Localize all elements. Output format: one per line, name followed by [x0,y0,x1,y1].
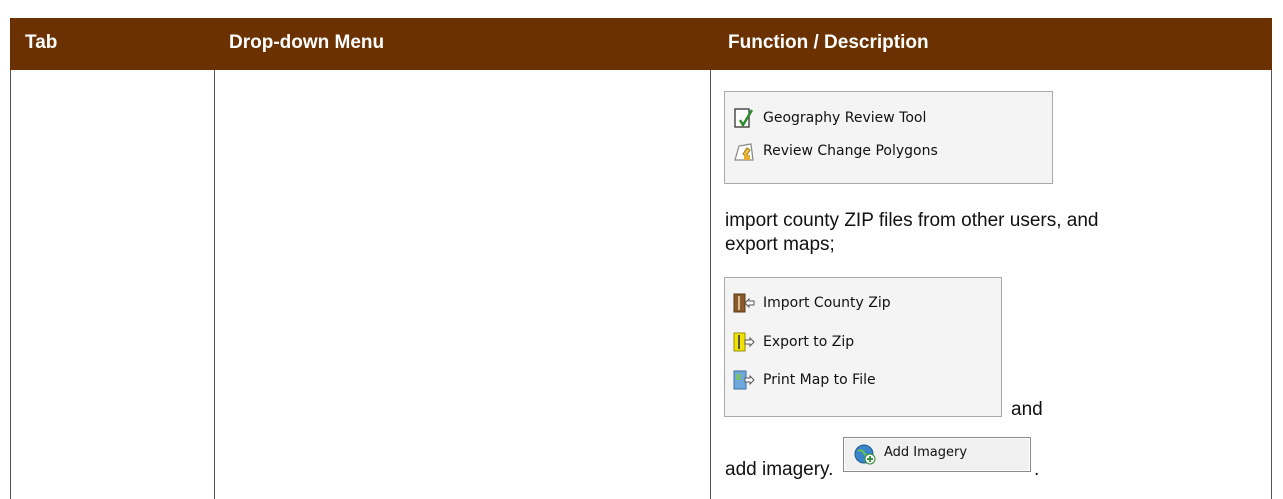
table-header: Tab Drop-down Menu Function / Descriptio… [10,18,1272,70]
add-imagery-button-label: Add Imagery [884,445,968,460]
menu-item-export-to-zip[interactable]: Export to Zip [733,329,854,355]
description-line-1: import county ZIP files from other users… [725,210,1099,231]
column-border-left [10,70,11,499]
and-text: and [1011,399,1043,420]
menu-item-geography-review-tool[interactable]: Geography Review Tool [733,105,926,131]
header-dropdown-menu: Drop-down Menu [229,32,385,53]
review-menu-panel: Geography Review Tool Review Change Poly… [724,91,1053,184]
column-border-2 [710,70,711,499]
file-menu-panel: Import County Zip Export to Zip Print Ma… [724,277,1002,417]
period-text: . [1034,459,1040,480]
menu-item-label: Review Change Polygons [763,143,938,159]
header-function-description: Function / Description [728,32,929,53]
export-zip-icon [733,331,755,353]
add-imagery-icon [854,443,876,465]
description-line-2: export maps; [725,234,835,255]
column-border-right [1271,70,1272,499]
menu-item-label: Print Map to File [763,372,876,388]
menu-item-print-map-to-file[interactable]: Print Map to File [733,367,876,393]
header-tab: Tab [25,32,58,53]
review-polygons-icon [733,140,755,162]
add-imagery-text: add imagery. [725,459,834,480]
menu-item-import-county-zip[interactable]: Import County Zip [733,290,891,316]
import-zip-icon [733,292,755,314]
menu-item-label: Export to Zip [763,334,855,350]
column-border-1 [214,70,215,499]
add-imagery-button[interactable]: Add Imagery [843,437,1031,472]
geography-review-icon [733,107,755,129]
menu-item-label: Import County Zip [763,295,891,311]
print-map-icon [733,369,755,391]
menu-item-label: Geography Review Tool [763,110,927,126]
menu-item-review-change-polygons[interactable]: Review Change Polygons [733,138,938,164]
menu-table: Tab Drop-down Menu Function / Descriptio… [10,18,1272,499]
